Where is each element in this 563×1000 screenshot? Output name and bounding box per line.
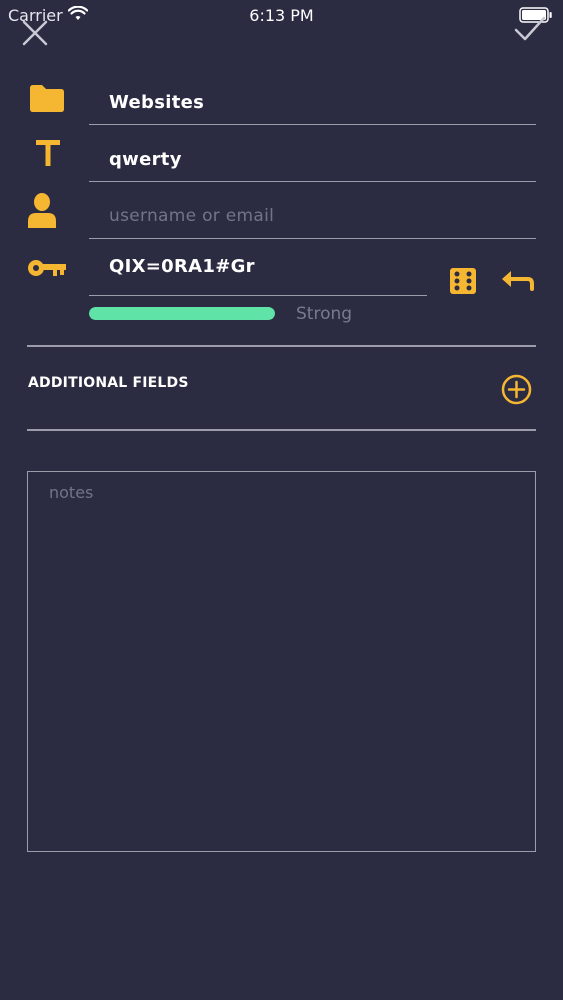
password-value: QIX=0RA1#Gr xyxy=(109,256,255,277)
notes-textarea[interactable]: notes xyxy=(27,471,536,852)
clock: 6:13 PM xyxy=(249,6,314,25)
password-field[interactable]: QIX=0RA1#Gr xyxy=(89,251,427,296)
generate-password-button[interactable] xyxy=(449,267,477,295)
username-placeholder: username or email xyxy=(109,206,275,226)
title-field[interactable]: qwerty xyxy=(89,137,536,182)
additional-fields-label: ADDITIONAL FIELDS xyxy=(28,375,189,391)
password-strength-fill xyxy=(89,307,275,320)
dice-icon xyxy=(450,268,476,294)
text-t-icon xyxy=(35,139,61,171)
close-icon xyxy=(22,20,48,46)
password-strength-label: Strong xyxy=(296,304,353,324)
edit-entry-screen: Carrier 6:13 PM Websites qwerty username… xyxy=(0,0,563,1000)
folder-field[interactable]: Websites xyxy=(89,80,536,125)
status-bar: Carrier 6:13 PM xyxy=(0,0,563,30)
undo-icon xyxy=(502,271,534,291)
folder-icon xyxy=(28,83,66,117)
username-field[interactable]: username or email xyxy=(89,194,536,239)
close-button[interactable] xyxy=(20,18,50,48)
key-icon xyxy=(27,257,67,283)
checkmark-icon xyxy=(514,16,546,41)
section-divider xyxy=(27,429,536,431)
user-icon xyxy=(27,193,57,233)
password-strength-bar xyxy=(89,307,275,320)
section-divider xyxy=(27,345,536,347)
confirm-button[interactable] xyxy=(513,14,547,44)
plus-circle-icon xyxy=(501,374,532,405)
undo-password-button[interactable] xyxy=(500,269,534,295)
notes-placeholder: notes xyxy=(49,483,94,502)
title-value: qwerty xyxy=(109,149,182,170)
folder-value: Websites xyxy=(109,92,205,113)
add-field-button[interactable] xyxy=(501,374,532,405)
